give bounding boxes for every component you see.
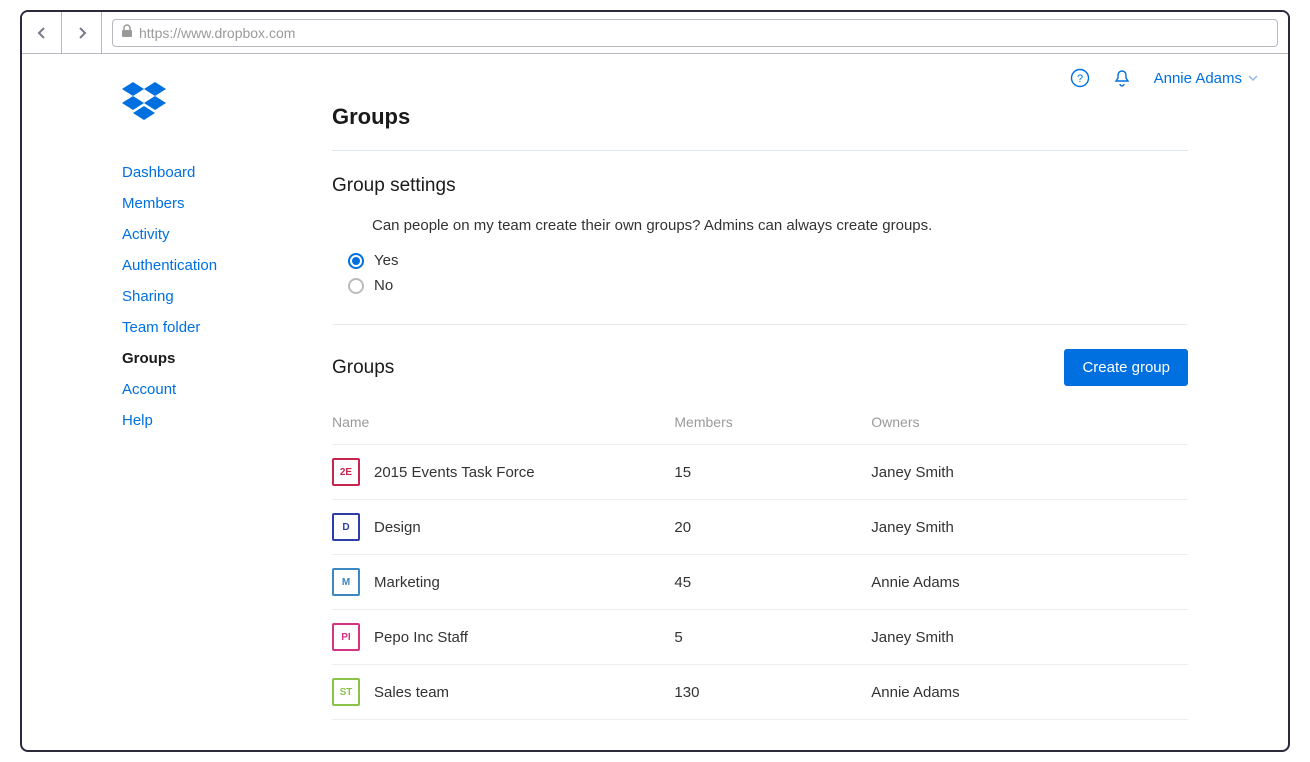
address-bar[interactable]: https://www.dropbox.com — [112, 19, 1278, 47]
main-panel: Groups Group settings Can people on my t… — [232, 54, 1288, 750]
radio-no[interactable]: No — [348, 277, 1188, 294]
top-right-bar: ? Annie Adams — [1070, 68, 1258, 88]
table-row[interactable]: D Design 20Janey Smith — [332, 500, 1188, 555]
group-members: 20 — [674, 500, 871, 555]
group-members: 45 — [674, 555, 871, 610]
sidebar-item-team-folder[interactable]: Team folder — [122, 312, 232, 343]
forward-button[interactable] — [62, 12, 102, 54]
help-button[interactable]: ? — [1070, 68, 1090, 88]
group-owner: Annie Adams — [871, 665, 1188, 720]
sidebar-item-sharing[interactable]: Sharing — [122, 281, 232, 312]
column-header-name[interactable]: Name — [332, 404, 674, 445]
column-header-members[interactable]: Members — [674, 404, 871, 445]
groups-table: Name Members Owners 2E 2015 Events Task F… — [332, 404, 1188, 720]
page-title: Groups — [332, 104, 1188, 151]
nav-list: Dashboard Members Activity Authenticatio… — [122, 157, 232, 436]
chevron-down-icon — [1248, 74, 1258, 82]
group-name: Pepo Inc Staff — [374, 629, 468, 646]
group-settings-title: Group settings — [332, 175, 1188, 197]
table-row[interactable]: 2E 2015 Events Task Force 15Janey Smith — [332, 445, 1188, 500]
svg-text:?: ? — [1077, 73, 1083, 85]
group-badge: D — [332, 513, 360, 541]
sidebar-item-account[interactable]: Account — [122, 374, 232, 405]
groups-header: Groups Create group — [332, 349, 1188, 386]
group-owner: Janey Smith — [871, 445, 1188, 500]
table-row[interactable]: PI Pepo Inc Staff 5Janey Smith — [332, 610, 1188, 665]
group-members: 15 — [674, 445, 871, 500]
group-owner: Janey Smith — [871, 610, 1188, 665]
table-row[interactable]: ST Sales team 130Annie Adams — [332, 665, 1188, 720]
page-content: ? Annie Adams — [22, 54, 1288, 750]
chevron-left-icon — [37, 26, 47, 40]
sidebar-item-dashboard[interactable]: Dashboard — [122, 157, 232, 188]
radio-yes[interactable]: Yes — [348, 252, 1188, 269]
group-badge: M — [332, 568, 360, 596]
groups-title: Groups — [332, 357, 394, 379]
group-badge: PI — [332, 623, 360, 651]
back-button[interactable] — [22, 12, 62, 54]
dropbox-logo[interactable] — [122, 82, 232, 125]
sidebar-item-activity[interactable]: Activity — [122, 219, 232, 250]
url-text: https://www.dropbox.com — [139, 25, 295, 41]
radio-icon — [348, 278, 364, 294]
browser-window: https://www.dropbox.com ? Annie Adams — [20, 10, 1290, 752]
group-settings-question: Can people on my team create their own g… — [372, 217, 1188, 234]
sidebar-item-members[interactable]: Members — [122, 188, 232, 219]
group-badge: ST — [332, 678, 360, 706]
sidebar-item-help[interactable]: Help — [122, 405, 232, 436]
notifications-button[interactable] — [1112, 68, 1132, 88]
user-name: Annie Adams — [1154, 70, 1242, 87]
radio-icon — [348, 253, 364, 269]
user-menu[interactable]: Annie Adams — [1154, 70, 1258, 87]
bell-icon — [1112, 68, 1132, 88]
browser-toolbar: https://www.dropbox.com — [22, 12, 1288, 54]
group-name: Sales team — [374, 684, 449, 701]
create-group-button[interactable]: Create group — [1064, 349, 1188, 386]
sidebar-item-authentication[interactable]: Authentication — [122, 250, 232, 281]
chevron-right-icon — [77, 26, 87, 40]
sidebar-item-groups[interactable]: Groups — [122, 343, 232, 374]
group-name: Design — [374, 519, 421, 536]
column-header-owners[interactable]: Owners — [871, 404, 1188, 445]
dropbox-icon — [122, 82, 166, 122]
table-row[interactable]: M Marketing 45Annie Adams — [332, 555, 1188, 610]
group-settings-block: Can people on my team create their own g… — [332, 217, 1188, 325]
group-name: 2015 Events Task Force — [374, 464, 535, 481]
group-members: 130 — [674, 665, 871, 720]
radio-no-label: No — [374, 277, 393, 294]
group-owner: Janey Smith — [871, 500, 1188, 555]
group-members: 5 — [674, 610, 871, 665]
sidebar: Dashboard Members Activity Authenticatio… — [22, 54, 232, 750]
lock-icon — [121, 24, 133, 41]
help-icon: ? — [1070, 68, 1090, 88]
group-name: Marketing — [374, 574, 440, 591]
group-owner: Annie Adams — [871, 555, 1188, 610]
group-badge: 2E — [332, 458, 360, 486]
radio-yes-label: Yes — [374, 252, 398, 269]
